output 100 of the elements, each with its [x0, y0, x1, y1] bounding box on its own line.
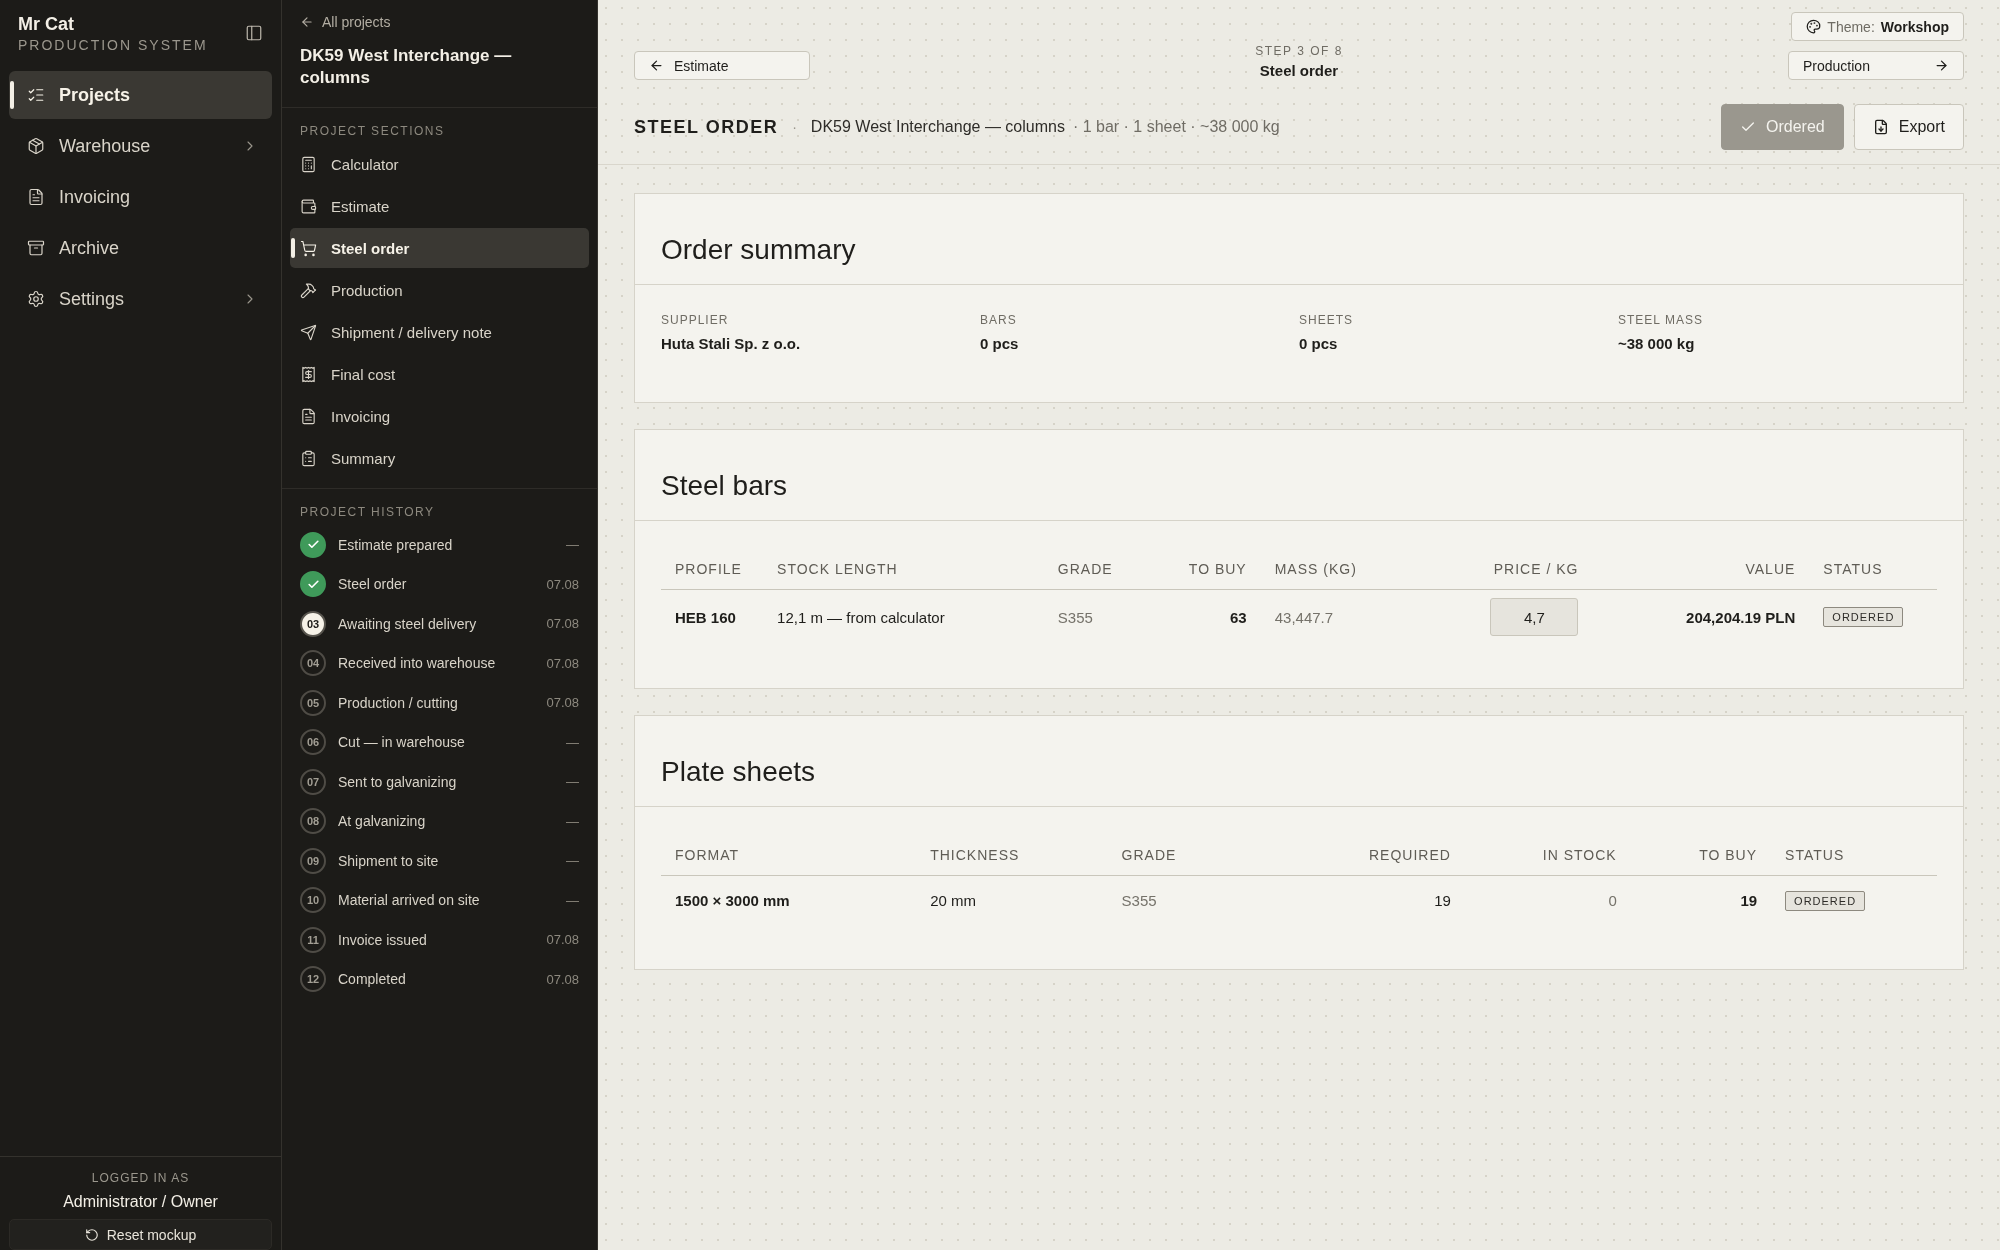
section-item[interactable]: Steel order [290, 228, 589, 269]
project-title: DK59 West Interchange — columns [300, 45, 513, 90]
table-cell: 43,447.7 [1260, 589, 1440, 644]
column-header: GRADE [1107, 833, 1248, 876]
column-header: STATUS [1771, 833, 1937, 876]
history-label: Completed [338, 971, 407, 988]
separator-dot: · [792, 119, 797, 135]
app-subtitle: PRODUCTION SYSTEM [18, 37, 208, 53]
stat-value: 0 pcs [1299, 335, 1339, 352]
stat-value: ~38 000 kg [1618, 335, 1696, 352]
app-name: Mr Cat [18, 14, 75, 35]
history-date: 07.08 [546, 576, 579, 592]
box-icon [27, 137, 45, 155]
nav-item[interactable]: Projects [9, 71, 272, 119]
history-date: — [566, 813, 579, 829]
step-number: 09 [300, 847, 326, 874]
step-number: 03 [300, 610, 326, 637]
document-icon [300, 407, 317, 425]
nav-item[interactable]: Archive [9, 224, 272, 272]
project-name: DK59 West Interchange — columns [810, 118, 1065, 136]
calculator-icon [300, 155, 317, 173]
history-date: 07.08 [546, 655, 579, 671]
step-number: 06 [300, 729, 326, 756]
column-header: PRICE / KG [1439, 547, 1593, 590]
history-date: — [566, 853, 579, 869]
column-header: STOCK LENGTH [763, 547, 1044, 590]
table-cell: HEB 160 [661, 589, 764, 644]
history-date: 07.08 [546, 616, 579, 632]
price-input[interactable]: 4,7 [1490, 598, 1579, 636]
history-date: 07.08 [546, 932, 579, 948]
sidebar-toggle-button[interactable] [245, 24, 263, 42]
panel-left-icon [245, 24, 263, 42]
table-cell: 1500 × 3000 mm [661, 875, 917, 925]
nav-item[interactable]: Settings [9, 275, 272, 323]
hammer-icon [300, 281, 317, 299]
history-label: Shipment to site [338, 852, 440, 869]
receipt-icon [300, 365, 317, 383]
history-date: — [566, 734, 579, 750]
history-date: — [566, 892, 579, 908]
stat-label: STEEL MASS [1618, 313, 1704, 327]
column-header: STATUS [1809, 547, 1937, 590]
history-label: Steel order [338, 576, 408, 593]
column-header: FORMAT [661, 833, 917, 876]
history-date: — [566, 774, 579, 790]
previous-step-button[interactable]: Estimate [634, 51, 810, 80]
card-title: Order summary [635, 194, 1963, 285]
next-step-button[interactable]: Production [1788, 51, 1964, 80]
table-cell: 12,1 m — from calculator [763, 589, 1044, 644]
history-label: Material arrived on site [338, 892, 481, 909]
history-label: At galvanizing [338, 813, 427, 830]
stat-value: 0 pcs [980, 335, 1020, 352]
column-header: THICKNESS [916, 833, 1108, 876]
archive-icon [27, 239, 45, 257]
user-role: Administrator / Owner [63, 1193, 218, 1211]
section-item[interactable]: Final cost [290, 354, 589, 395]
section-item[interactable]: Estimate [290, 186, 589, 227]
reset-mockup-button[interactable]: Reset mockup [9, 1219, 272, 1250]
page-title: STEEL ORDER [634, 116, 779, 138]
arrow-left-icon [649, 58, 664, 73]
cart-icon [300, 239, 317, 257]
column-header: VALUE [1592, 547, 1810, 590]
section-item[interactable]: Calculator [290, 144, 589, 185]
reset-icon [84, 1227, 99, 1242]
export-button[interactable]: Export [1853, 104, 1964, 150]
section-item[interactable]: Production [290, 270, 589, 311]
arrow-right-icon [1934, 58, 1949, 73]
all-projects-link[interactable]: All projects [300, 14, 391, 30]
history-label: Awaiting steel delivery [338, 615, 478, 632]
history-label: Invoice issued [338, 931, 428, 948]
step-number: 08 [300, 808, 326, 835]
section-item[interactable]: Summary [290, 438, 589, 479]
theme-button[interactable]: Theme: Workshop [1791, 12, 1964, 41]
table-cell: S355 [1043, 589, 1159, 644]
stat-label: SUPPLIER [661, 313, 730, 327]
stat-value: Huta Stali Sp. z o.o. [661, 335, 802, 352]
section-heading: PROJECT HISTORY [299, 504, 436, 522]
nav-item[interactable]: Invoicing [9, 173, 272, 221]
section-item[interactable]: Shipment / delivery note [290, 312, 589, 353]
table-cell: 19 [1247, 875, 1465, 925]
column-header: IN STOCK [1464, 833, 1631, 876]
history-date: 07.08 [546, 695, 579, 711]
history-date: — [566, 537, 579, 553]
document-icon [27, 188, 45, 206]
table-cell: 204,204.19 PLN [1592, 589, 1810, 644]
section-item[interactable]: Invoicing [290, 396, 589, 437]
card-title: Steel bars [635, 430, 1963, 521]
section-heading: PROJECT SECTIONS [299, 123, 446, 141]
column-header: MASS (KG) [1260, 547, 1440, 590]
history-label: Estimate prepared [338, 536, 454, 553]
column-header: PROFILE [661, 547, 764, 590]
stat-label: BARS [980, 313, 1018, 327]
step-number: 07 [300, 768, 326, 795]
nav-item[interactable]: Warehouse [9, 122, 272, 170]
wallet-icon [300, 197, 317, 215]
column-header: TO BUY [1630, 833, 1772, 876]
order-meta: · 1 bar · 1 sheet · ~38 000 kg [1072, 118, 1280, 136]
card-title: Plate sheets [635, 716, 1963, 807]
settings-icon [27, 290, 45, 308]
step-number: 11 [300, 926, 326, 953]
palette-icon [1806, 19, 1822, 34]
